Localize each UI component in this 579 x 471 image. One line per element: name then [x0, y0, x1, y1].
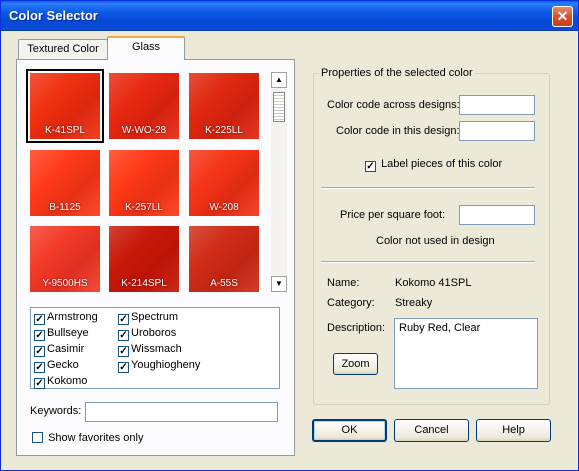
manufacturer-uroboros[interactable]: ✓ Uroboros: [118, 327, 176, 341]
swatch-label: Y-9500HS: [42, 278, 88, 289]
manufacturer-casimir[interactable]: ✓ Casimir: [34, 343, 84, 357]
code-across-label: Color code across designs:: [327, 99, 460, 111]
category-label: Category:: [327, 297, 375, 309]
manufacturer-bullseye[interactable]: ✓ Bullseye: [34, 327, 89, 341]
manufacturer-label: Armstrong: [47, 311, 98, 323]
price-label: Price per square foot:: [340, 209, 446, 221]
swatch-y-9500hs[interactable]: Y-9500HS: [30, 226, 100, 292]
swatch-w-208[interactable]: W-208: [189, 150, 259, 216]
scroll-down-button[interactable]: ▼: [271, 276, 287, 292]
manufacturer-wissmach[interactable]: ✓ Wissmach: [118, 343, 182, 357]
description-value: Ruby Red, Clear: [399, 322, 481, 334]
swatch-k-225ll[interactable]: K-225LL: [189, 73, 259, 139]
manufacturer-label: Kokomo: [47, 375, 88, 387]
zoom-button[interactable]: Zoom: [333, 353, 378, 375]
swatch-label: K-41SPL: [44, 125, 86, 136]
swatch-label: K-225LL: [205, 125, 243, 136]
description-label: Description:: [327, 322, 386, 334]
manufacturer-list: ✓ Armstrong ✓ Bullseye ✓ Casimir ✓ Gecko ✓ Ko…: [30, 307, 280, 389]
tab-label: Glass: [131, 41, 161, 53]
checkbox[interactable]: ✓: [365, 161, 376, 172]
tab-textured-color[interactable]: Textured Color: [18, 39, 108, 60]
name-label: Name:: [327, 277, 360, 289]
manufacturer-kokomo[interactable]: ✓ Kokomo: [34, 375, 87, 389]
category-value: Streaky: [395, 297, 433, 309]
tab-glass[interactable]: Glass: [107, 36, 185, 60]
swatch-label: K-214SPL: [121, 278, 167, 289]
scroll-thumb[interactable]: [273, 92, 285, 122]
swatch-label: W-WO-28: [121, 125, 167, 136]
manufacturer-label: Spectrum: [131, 311, 179, 323]
checkbox[interactable]: ✓: [34, 330, 45, 341]
swatch-label: A-55S: [210, 278, 238, 289]
code-in-design-label: Color code in this design:: [336, 125, 460, 137]
code-in-design-input[interactable]: [459, 121, 535, 141]
swatch-k-214spl[interactable]: K-214SPL: [109, 226, 179, 292]
swatch-k-257ll[interactable]: K-257LL: [109, 150, 179, 216]
swatch-k-41spl[interactable]: K-41SPL: [26, 69, 104, 143]
separator: [321, 261, 535, 263]
arrow-down-icon: ▼: [275, 279, 283, 288]
label-pieces-label: Label pieces of this color: [381, 158, 503, 170]
manufacturer-label: Youghiogheny: [131, 359, 201, 371]
zoom-label: Zoom: [341, 358, 370, 370]
label-pieces-checkbox[interactable]: ✓ Label pieces of this color: [365, 158, 502, 172]
manufacturer-spectrum[interactable]: ✓ Spectrum: [118, 311, 178, 325]
manufacturer-youghiogheny[interactable]: ✓ Youghiogheny: [118, 359, 200, 373]
color-selector-window: Color Selector ✕ Textured Color Glass K-…: [0, 0, 579, 471]
manufacturer-label: Wissmach: [131, 343, 182, 355]
name-value: Kokomo 41SPL: [395, 277, 472, 289]
swatch-label: B-1125: [49, 202, 81, 213]
ok-label: OK: [341, 424, 358, 436]
usage-status: Color not used in design: [376, 235, 495, 247]
window-title: Color Selector: [9, 8, 98, 23]
cancel-button[interactable]: Cancel: [394, 419, 469, 442]
checkbox[interactable]: ✓: [118, 314, 129, 325]
code-across-input[interactable]: [459, 95, 535, 115]
description-box[interactable]: Ruby Red, Clear: [394, 318, 538, 389]
keywords-label: Keywords:: [30, 405, 82, 417]
swatch-scrollbar[interactable]: ▲ ▼: [271, 72, 287, 292]
manufacturer-label: Uroboros: [131, 327, 177, 339]
glass-tab-panel: K-41SPL W-WO-28 K-225LL B-1125 K-257LL W…: [16, 59, 295, 456]
ok-button[interactable]: OK: [312, 419, 387, 442]
manufacturer-armstrong[interactable]: ✓ Armstrong: [34, 311, 98, 325]
scroll-up-button[interactable]: ▲: [271, 72, 287, 88]
help-label: Help: [502, 424, 525, 436]
arrow-up-icon: ▲: [275, 75, 283, 84]
show-favorites-only[interactable]: Show favorites only: [32, 432, 143, 446]
checkbox[interactable]: ✓: [118, 362, 129, 373]
manufacturer-label: Bullseye: [47, 327, 89, 339]
keywords-input[interactable]: [85, 402, 278, 422]
swatch-a-55s[interactable]: A-55S: [189, 226, 259, 292]
checkbox[interactable]: [32, 432, 43, 443]
swatch-b-1125[interactable]: B-1125: [30, 150, 100, 216]
checkbox[interactable]: ✓: [34, 346, 45, 357]
tab-label: Textured Color: [27, 43, 99, 55]
swatch-w-wo-28[interactable]: W-WO-28: [109, 73, 179, 139]
manufacturer-gecko[interactable]: ✓ Gecko: [34, 359, 79, 373]
manufacturer-label: Casimir: [47, 343, 85, 355]
separator: [321, 187, 535, 189]
show-favorites-label: Show favorites only: [48, 432, 144, 444]
checkbox[interactable]: ✓: [34, 314, 45, 325]
manufacturer-label: Gecko: [47, 359, 79, 371]
cancel-label: Cancel: [414, 424, 449, 436]
price-input[interactable]: [459, 205, 535, 225]
checkbox[interactable]: ✓: [34, 378, 45, 389]
swatch-label: K-257LL: [125, 202, 163, 213]
close-icon: ✕: [556, 8, 569, 24]
swatch-label: W-208: [209, 202, 239, 213]
checkbox[interactable]: ✓: [34, 362, 45, 373]
help-button[interactable]: Help: [476, 419, 551, 442]
properties-group-title: Properties of the selected color: [319, 67, 475, 79]
checkbox[interactable]: ✓: [118, 346, 129, 357]
checkbox[interactable]: ✓: [118, 330, 129, 341]
close-button[interactable]: ✕: [552, 6, 573, 27]
title-bar: Color Selector ✕: [1, 1, 578, 31]
